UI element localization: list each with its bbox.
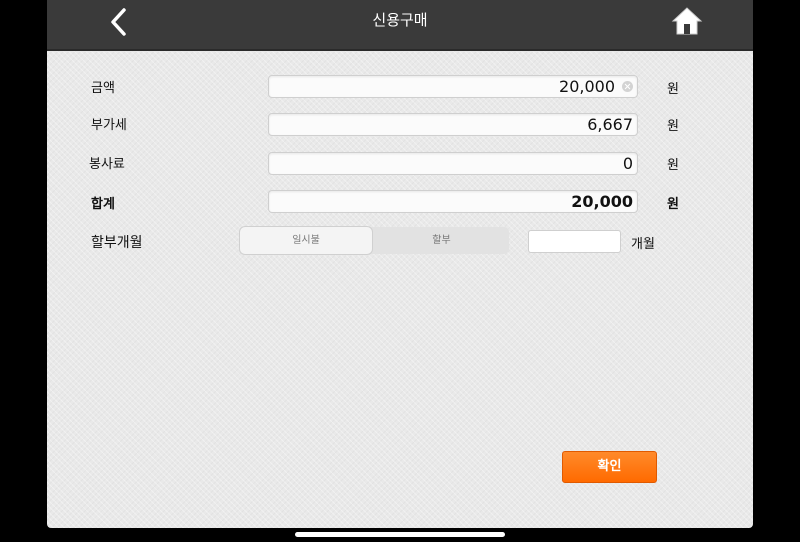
total-field: 20,000 (268, 190, 638, 213)
page-title: 신용구매 (372, 11, 428, 29)
vat-label: 부가세 (91, 118, 127, 133)
header-bar: 신용구매 (47, 0, 753, 51)
home-button[interactable] (671, 5, 703, 37)
months-unit: 개월 (631, 237, 655, 252)
chevron-left-icon (111, 8, 126, 36)
vat-value: 6,667 (587, 115, 633, 134)
home-icon (671, 7, 703, 35)
amount-label: 금액 (91, 81, 115, 96)
months-input[interactable] (528, 230, 621, 253)
clear-icon[interactable] (622, 81, 633, 92)
confirm-button[interactable]: 확인 (562, 451, 657, 483)
app-screen: 신용구매 금액 20,000 원 부가세 6,667 원 봉사료 0 원 합계 … (47, 0, 753, 528)
segment-lump-sum[interactable]: 일시불 (240, 227, 372, 254)
installment-segmented-control: 일시불 할부 (239, 227, 509, 254)
total-value: 20,000 (571, 192, 633, 211)
amount-unit: 원 (667, 82, 679, 97)
home-indicator (295, 532, 505, 537)
back-button[interactable] (105, 6, 133, 38)
amount-value: 20,000 (559, 77, 615, 96)
service-fee-value: 0 (622, 154, 633, 173)
installment-label: 할부개월 (91, 235, 143, 251)
total-unit: 원 (667, 197, 679, 212)
service-fee-label: 봉사료 (89, 157, 125, 172)
vat-field[interactable]: 6,667 (268, 113, 638, 136)
service-fee-field[interactable]: 0 (268, 152, 638, 175)
amount-field[interactable]: 20,000 (268, 75, 638, 98)
vat-unit: 원 (667, 119, 679, 134)
total-label: 합계 (91, 197, 115, 212)
segment-installment[interactable]: 할부 (374, 227, 509, 254)
service-fee-unit: 원 (667, 158, 679, 173)
